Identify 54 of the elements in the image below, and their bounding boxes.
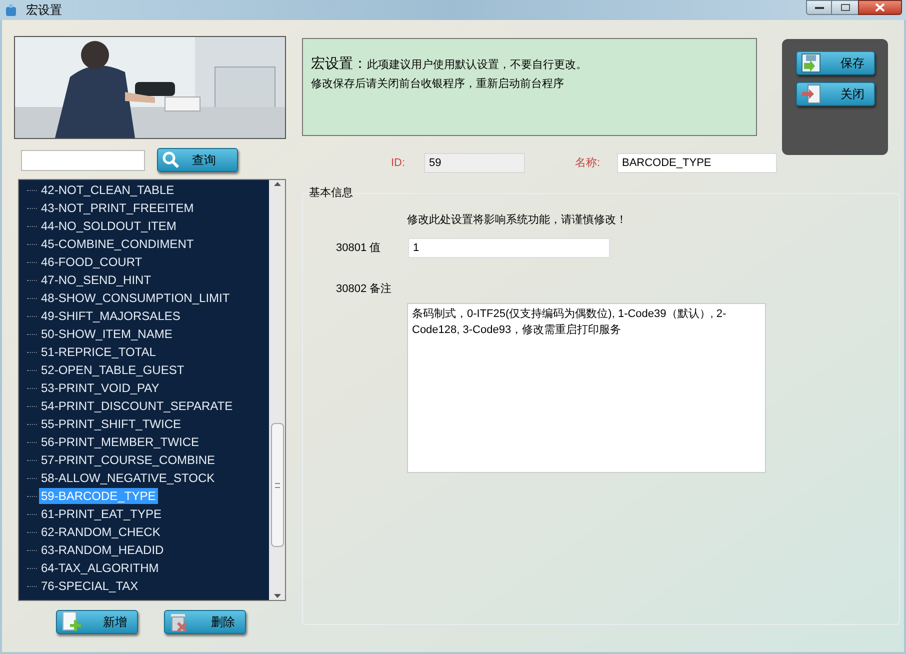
delete-button[interactable]: 删除: [164, 610, 246, 634]
close-button[interactable]: 关闭: [796, 82, 874, 106]
scrollbar[interactable]: [269, 180, 285, 600]
id-field[interactable]: 59: [424, 153, 525, 173]
app-icon: [4, 3, 18, 17]
remark-label: 30802 备注: [336, 282, 393, 297]
door-icon: [800, 84, 820, 104]
list-item[interactable]: 43-NOT_PRINT_FREEITEM: [39, 200, 196, 216]
list-item[interactable]: 55-PRINT_SHIFT_TWICE: [39, 416, 184, 432]
search-button[interactable]: 查询: [157, 148, 238, 172]
name-field[interactable]: BARCODE_TYPE: [617, 153, 777, 173]
window-title: 宏设置: [26, 2, 62, 19]
list-item[interactable]: 47-NO_SEND_HINT: [39, 272, 154, 288]
scroll-up-icon: [274, 182, 280, 186]
list-item[interactable]: 46-FOOD_COURT: [39, 254, 144, 270]
notice-text: 修改保存后请关闭前台收银程序，重新启动前台程序: [311, 76, 565, 92]
save-button[interactable]: 保存: [796, 51, 874, 75]
scroll-thumb[interactable]: [270, 423, 284, 547]
list-item[interactable]: 50-SHOW_ITEM_NAME: [39, 326, 174, 342]
list-item[interactable]: 64-TAX_ALGORITHM: [39, 560, 161, 576]
group-title: 基本信息: [308, 186, 354, 201]
search-field[interactable]: [21, 150, 145, 170]
list-item[interactable]: 58-ALLOW_NEGATIVE_STOCK: [39, 470, 217, 486]
list-item[interactable]: 42-NOT_CLEAN_TABLE: [39, 182, 176, 198]
close-icon: [875, 3, 885, 12]
warning-text: 修改此处设置将影响系统功能，请谨慎修改！: [407, 212, 628, 228]
list-item[interactable]: 51-REPRICE_TOTAL: [39, 344, 158, 360]
value-label: 30801 值: [336, 240, 382, 256]
list-item[interactable]: 61-PRINT_EAT_TYPE: [39, 506, 164, 522]
add-document-icon: [61, 611, 83, 633]
maximize-button[interactable]: [832, 0, 858, 15]
list-item[interactable]: 53-PRINT_VOID_PAY: [39, 380, 162, 396]
list-item[interactable]: 44-NO_SOLDOUT_ITEM: [39, 218, 178, 234]
floppy-icon: [800, 53, 820, 73]
list-item[interactable]: 45-COMBINE_CONDIMENT: [39, 236, 196, 252]
list-item[interactable]: 62-RANDOM_CHECK: [39, 524, 162, 540]
list-item[interactable]: 56-PRINT_MEMBER_TWICE: [39, 434, 202, 450]
list-item[interactable]: 54-PRINT_DISCOUNT_SEPARATE: [39, 398, 235, 414]
list-item[interactable]: 57-PRINT_COURSE_COMBINE: [39, 452, 218, 468]
value-field[interactable]: 1: [408, 238, 610, 258]
notice-text: 宏设置：此项建议用户使用默认设置，不要自行更改。: [311, 54, 588, 73]
id-label: ID:: [391, 156, 406, 171]
add-button[interactable]: 新增: [56, 610, 138, 634]
scroll-down-icon: [274, 594, 280, 598]
list-item[interactable]: 48-SHOW_CONSUMPTION_LIMIT: [39, 290, 232, 306]
minimize-button[interactable]: [806, 0, 832, 15]
remark-field[interactable]: 条码制式，0-ITF25(仅支持编码为偶数位), 1-Code39（默认）, 2-Code128, 3-Code93，修改需重启打印服务: [407, 302, 766, 472]
list-item[interactable]: 52-OPEN_TABLE_GUEST: [39, 362, 186, 378]
list-item[interactable]: 63-RANDOM_HEADID: [39, 542, 166, 558]
name-label: 名称:: [575, 156, 602, 171]
close-button[interactable]: [858, 0, 902, 15]
search-icon: [162, 151, 180, 169]
list-item[interactable]: 76-SPECIAL_TAX: [39, 578, 140, 594]
list-item[interactable]: 49-SHIFT_MAJORSALES: [39, 308, 182, 324]
